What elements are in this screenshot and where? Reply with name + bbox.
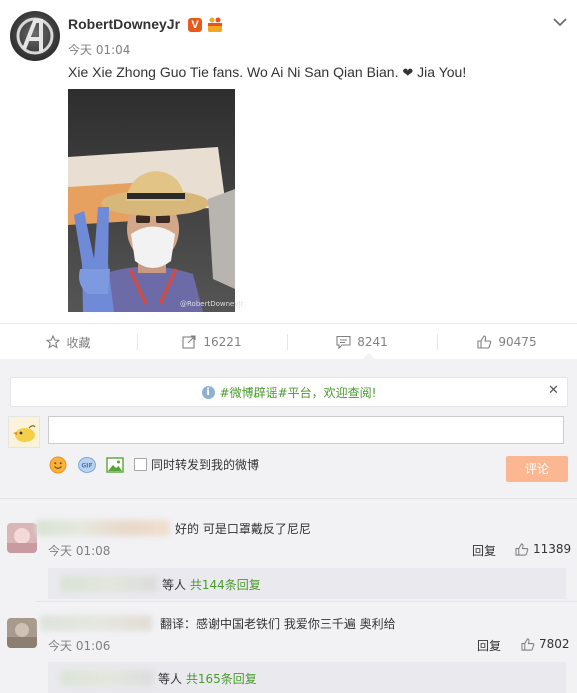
commenter-name[interactable] <box>36 520 170 536</box>
commenter-avatar[interactable] <box>7 618 37 648</box>
star-icon <box>46 335 61 349</box>
verified-badge-icon[interactable]: V <box>188 18 202 32</box>
sub-replies-summary: 等人 共165条回复 <box>158 670 257 687</box>
comment-input[interactable] <box>48 416 564 444</box>
post-photo[interactable] <box>68 89 235 312</box>
comment-divider <box>0 498 577 499</box>
photo-watermark: @RobertDowneyJr <box>180 300 244 308</box>
thumbs-up-icon <box>521 637 535 651</box>
sub-reply-names <box>60 576 158 592</box>
sub-replies-summary: 等人 共144条回复 <box>162 576 261 593</box>
post-timestamp[interactable]: 今天 01:04 <box>68 41 130 58</box>
sub-replies-box[interactable]: 等人 共165条回复 <box>48 662 566 693</box>
username[interactable]: RobertDowneyJr <box>68 16 180 32</box>
sub-replies-link[interactable]: 共165条回复 <box>186 672 257 686</box>
comment-like-count: 11389 <box>533 542 572 556</box>
comment-count: 8241 <box>357 335 388 349</box>
repost-checkbox-label[interactable]: 同时转发到我的微博 <box>151 456 259 473</box>
sub-replies-suffix: 等人 <box>158 672 183 686</box>
section-divider <box>0 359 577 365</box>
submit-comment-button[interactable]: 评论 <box>506 456 568 482</box>
post-text-end: Jia You! <box>413 64 467 80</box>
comment-like-button[interactable]: 11389 <box>515 542 571 556</box>
post-text-main: Xie Xie Zhong Guo Tie fans. Wo Ai Ni San… <box>68 64 403 80</box>
comment-time: 今天 01:08 <box>48 544 111 558</box>
close-icon[interactable]: ✕ <box>548 383 559 398</box>
comment-text: 翻译：感谢中国老铁们 我爱你三千遍 奥利给 <box>160 617 396 631</box>
gif-icon[interactable]: GIF <box>78 457 96 473</box>
repost-count: 16221 <box>203 335 242 349</box>
comment-like-count: 7802 <box>539 637 570 651</box>
avatar[interactable] <box>10 11 60 61</box>
like-button[interactable]: 90475 <box>437 324 577 360</box>
info-icon: i <box>201 385 215 399</box>
repost-button[interactable]: 16221 <box>137 324 287 360</box>
post-action-bar: 收藏 16221 8241 90475 <box>0 323 577 360</box>
rumor-notice-bar: i #微博辟谣#平台，欢迎查阅! <box>10 377 568 407</box>
repost-icon <box>182 335 196 349</box>
comment-divider <box>36 601 577 602</box>
image-upload-icon[interactable] <box>106 456 124 474</box>
comment-icon <box>336 335 351 349</box>
comment-text: 好的 可是口罩戴反了尼尼 <box>175 522 311 536</box>
chevron-down-icon[interactable] <box>553 12 567 27</box>
member-badge-icon[interactable] <box>206 16 224 34</box>
repost-checkbox[interactable] <box>134 458 147 471</box>
emoji-icon[interactable] <box>49 456 67 474</box>
sub-replies-suffix: 等人 <box>162 578 187 592</box>
favorite-label: 收藏 <box>66 335 91 350</box>
chick-avatar-icon <box>13 425 36 442</box>
comment-time: 今天 01:06 <box>48 639 111 653</box>
commenter-avatar[interactable] <box>7 523 37 553</box>
like-count: 90475 <box>498 335 537 349</box>
sub-replies-link[interactable]: 共144条回复 <box>190 578 261 592</box>
my-avatar[interactable] <box>8 416 40 448</box>
comment-like-button[interactable]: 7802 <box>521 637 570 651</box>
heart-icon: ❤ <box>402 65 414 80</box>
thumbs-up-icon <box>515 542 529 556</box>
thumbs-up-icon <box>477 335 492 349</box>
favorite-button[interactable]: 收藏 <box>0 324 137 360</box>
gif-label: GIF <box>81 463 92 470</box>
rumor-notice-link[interactable]: #微博辟谣#平台，欢迎查阅! <box>220 384 377 401</box>
avengers-logo-icon <box>16 17 54 55</box>
commenter-name[interactable] <box>40 615 152 631</box>
post-text: Xie Xie Zhong Guo Tie fans. Wo Ai Ni San… <box>68 64 466 81</box>
sub-replies-box[interactable]: 等人 共144条回复 <box>48 568 566 599</box>
sub-reply-names <box>60 670 154 686</box>
comment-reply-button[interactable]: 回复 <box>472 542 496 559</box>
comment-caret <box>362 353 376 360</box>
comment-reply-button[interactable]: 回复 <box>477 637 501 654</box>
